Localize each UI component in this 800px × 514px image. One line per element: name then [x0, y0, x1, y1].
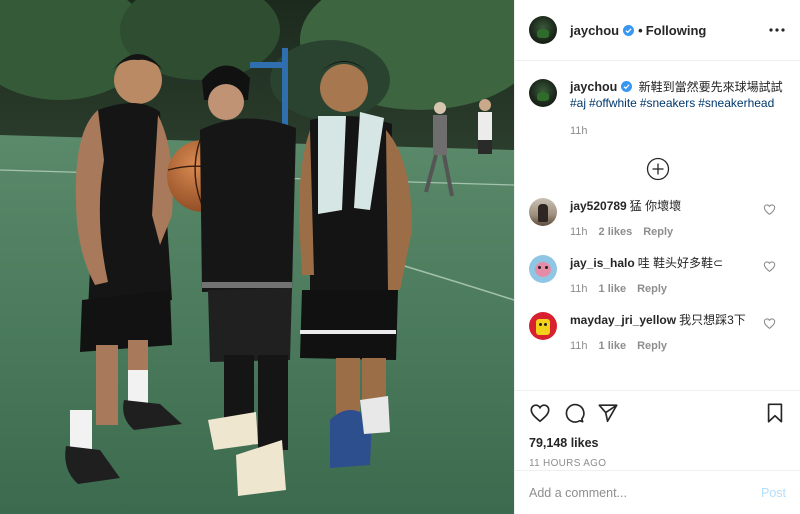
comments-section: jaychou 新鞋到當然要先來球場試試 #aj #offwhite #sneake…	[515, 61, 800, 390]
comment-icon[interactable]	[563, 402, 585, 424]
caption-body: jaychou 新鞋到當然要先來球場試試 #aj #offwhite #sneake…	[570, 79, 783, 139]
caption-username[interactable]: jaychou	[570, 80, 617, 94]
more-options-icon[interactable]	[768, 21, 786, 39]
commenter-avatar[interactable]	[529, 198, 557, 226]
post-comment-button[interactable]: Post	[761, 486, 786, 500]
comment-username[interactable]: jay_is_halo	[570, 256, 635, 270]
comment-body: jay_is_halo 哇 鞋头好多鞋⊂ 11h 1 like Reply	[570, 255, 786, 295]
header-user: jaychou • Following	[570, 23, 706, 38]
heart-icon[interactable]	[763, 317, 776, 330]
hashtag-link[interactable]: #sneakers	[640, 96, 695, 110]
reply-button[interactable]: Reply	[643, 226, 673, 238]
comment-meta: 11h 2 likes Reply	[570, 226, 786, 238]
share-icon[interactable]	[597, 402, 619, 424]
verified-badge-icon	[621, 81, 633, 92]
caption-text: 新鞋到當然要先來球場試試	[638, 80, 783, 94]
add-comment-bar: Post	[515, 470, 800, 514]
commenter-avatar[interactable]	[529, 312, 557, 340]
comment-text: 猛 你壞壞	[629, 199, 682, 213]
action-icons	[529, 399, 786, 427]
bookmark-icon[interactable]	[764, 402, 786, 424]
comment-meta: 11h 1 like Reply	[570, 283, 786, 295]
post-sidebar: jaychou • Following jaychou 新鞋到當然要先來球場試試 #…	[514, 0, 800, 514]
post-caption: jaychou 新鞋到當然要先來球場試試 #aj #offwhite #sneake…	[529, 79, 786, 139]
comment-text: 哇 鞋头好多鞋⊂	[637, 256, 724, 270]
hashtag-link[interactable]: #aj	[570, 96, 586, 110]
comment-item: jay520789 猛 你壞壞 11h 2 likes Reply	[529, 198, 786, 238]
author-username[interactable]: jaychou	[570, 23, 619, 38]
comment-meta: 11h 1 like Reply	[570, 340, 786, 352]
separator-dot: •	[638, 22, 643, 38]
load-more-comments-icon[interactable]	[646, 157, 670, 181]
following-button[interactable]: Following	[646, 23, 707, 38]
hashtag-link[interactable]: #sneakerhead	[698, 96, 774, 110]
comment-username[interactable]: jay520789	[570, 199, 627, 213]
post-photo[interactable]	[0, 0, 514, 514]
comment-timestamp[interactable]: 11h	[570, 283, 588, 295]
heart-icon[interactable]	[529, 402, 551, 424]
post-timestamp[interactable]: 11 HOURS AGO	[529, 458, 786, 469]
comment-timestamp[interactable]: 11h	[570, 226, 588, 238]
comment-likes[interactable]: 2 likes	[599, 226, 633, 238]
comment-timestamp[interactable]: 11h	[570, 340, 588, 352]
instagram-post: jaychou • Following jaychou 新鞋到當然要先來球場試試 #…	[0, 0, 800, 514]
post-header: jaychou • Following	[515, 0, 800, 61]
author-avatar[interactable]	[529, 16, 557, 44]
verified-badge-icon	[623, 24, 635, 36]
comment-input[interactable]	[529, 485, 761, 500]
comment-body: jay520789 猛 你壞壞 11h 2 likes Reply	[570, 198, 786, 238]
reply-button[interactable]: Reply	[637, 283, 667, 295]
hashtag-link[interactable]: #offwhite	[589, 96, 637, 110]
comment-body: mayday_jri_yellow 我只想踩3下 11h 1 like Reply	[570, 312, 786, 352]
comment-item: mayday_jri_yellow 我只想踩3下 11h 1 like Reply	[529, 312, 786, 352]
heart-icon[interactable]	[763, 203, 776, 216]
post-actions: 79,148 likes 11 HOURS AGO	[515, 390, 800, 470]
comment-likes[interactable]: 1 like	[599, 283, 627, 295]
caption-avatar[interactable]	[529, 79, 557, 107]
comment-username[interactable]: mayday_jri_yellow	[570, 313, 676, 327]
comment-item: jay_is_halo 哇 鞋头好多鞋⊂ 11h 1 like Reply	[529, 255, 786, 295]
heart-icon[interactable]	[763, 260, 776, 273]
comment-likes[interactable]: 1 like	[599, 340, 627, 352]
commenter-avatar[interactable]	[529, 255, 557, 283]
basketball-court-scene	[0, 0, 514, 514]
likes-count[interactable]: 79,148 likes	[529, 436, 786, 450]
hashtag-list: #aj #offwhite #sneakers #sneakerhead	[570, 95, 783, 111]
comment-text: 我只想踩3下	[679, 313, 746, 327]
caption-timestamp[interactable]: 11h	[570, 123, 783, 139]
reply-button[interactable]: Reply	[637, 340, 667, 352]
